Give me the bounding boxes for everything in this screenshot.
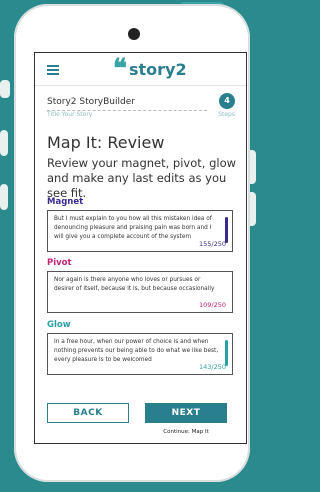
storybuilder-title: Story2 StoryBuilder [47, 97, 135, 107]
magnet-char-count: 155/250 [198, 240, 226, 248]
hamburger-icon[interactable] [47, 65, 59, 75]
background-decoration [0, 184, 8, 210]
camera-icon [128, 28, 140, 40]
steps-label: Steps [218, 111, 235, 118]
pivot-char-count: 109/250 [198, 301, 226, 309]
instructions-text: Review your magnet, pivot, glow and make… [47, 156, 237, 200]
magnet-textarea[interactable]: But I must explain to you how all this m… [47, 210, 233, 252]
background-decoration [0, 80, 10, 98]
logo-text: story2 [129, 59, 187, 79]
glow-char-count: 143/250 [198, 363, 226, 371]
magnet-text: But I must explain to you how all this m… [54, 216, 212, 240]
magnet-label: Magnet [47, 197, 84, 207]
pivot-textarea[interactable]: Nor again is there anyone who loves or p… [47, 271, 233, 313]
pivot-text: Nor again is there anyone who loves or p… [54, 277, 215, 292]
glow-textarea[interactable]: In a free hour, when our power of choice… [47, 333, 233, 375]
glow-label: Glow [47, 320, 71, 330]
app-header: ❝ story2 [35, 53, 246, 86]
pivot-label: Pivot [47, 258, 72, 268]
background-decoration [0, 130, 8, 156]
step-badge: 4 [219, 93, 235, 109]
story-title-input[interactable]: Title Your Story [47, 111, 92, 118]
story2-logo: ❝ story2 [113, 54, 187, 84]
page-title: Map It: Review [47, 133, 165, 152]
next-button[interactable]: NEXT [145, 403, 227, 423]
continue-label: Continue: Map It [163, 429, 209, 435]
story-title-row: Story2 StoryBuilder Title Your Story 4 S… [47, 93, 237, 118]
app-screen: ❝ story2 Story2 StoryBuilder Title Your … [34, 52, 247, 444]
back-button[interactable]: BACK [47, 403, 129, 423]
quote-mark-icon: ❝ [113, 54, 127, 84]
glow-text: In a free hour, when our power of choice… [54, 339, 219, 363]
